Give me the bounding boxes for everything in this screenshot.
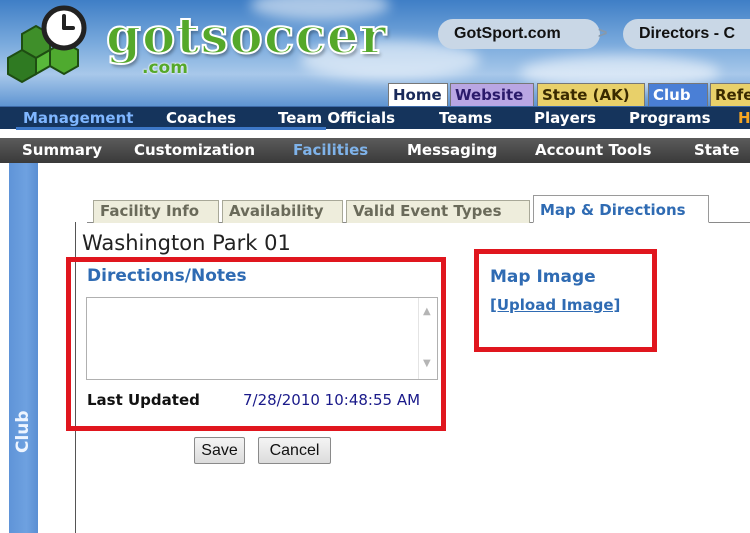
site-header: gotsoccer .com GotSport.com > Directors … (0, 0, 750, 106)
nav-overflow[interactable]: H (738, 107, 750, 130)
subtab-facility-info[interactable]: Facility Info (93, 200, 219, 223)
last-updated-value: 7/28/2010 10:48:55 AM (243, 391, 421, 409)
sidebar-club: Club (9, 163, 38, 533)
subtab-map-directions[interactable]: Map & Directions (533, 195, 709, 223)
map-image-label: Map Image (490, 267, 596, 287)
nav-programs[interactable]: Programs (629, 107, 711, 130)
upload-image-link[interactable]: [Upload Image] (490, 296, 620, 314)
nav-players[interactable]: Players (534, 107, 596, 130)
soccer-ball-clock-icon[interactable] (6, 4, 102, 88)
nav-account-tools[interactable]: Account Tools (535, 138, 651, 163)
tab-referee[interactable]: Refe (710, 83, 750, 106)
nav-messaging[interactable]: Messaging (407, 138, 497, 163)
save-button[interactable]: Save (194, 437, 245, 464)
logo-domain: .com (142, 58, 188, 78)
directions-notes-label: Directions/Notes (87, 266, 247, 286)
tab-website[interactable]: Website (450, 83, 534, 106)
breadcrumb-chevron-icon: > (598, 25, 608, 42)
subtab-availability[interactable]: Availability (222, 200, 343, 223)
primary-nav: Management Coaches Team Officials Teams … (0, 106, 750, 129)
nav-state[interactable]: State (694, 138, 739, 163)
tab-state[interactable]: State (AK) (537, 83, 645, 106)
directions-notes-textarea[interactable] (86, 297, 438, 380)
last-updated-label: Last Updated (87, 391, 200, 409)
nav-teams[interactable]: Teams (439, 107, 492, 130)
sidebar-label: Club (13, 410, 33, 453)
gotsport-link[interactable]: GotSport.com (438, 19, 600, 49)
scroll-up-icon[interactable]: ▲ (423, 306, 431, 317)
subtab-valid-event-types[interactable]: Valid Event Types (346, 200, 530, 223)
nav-customization[interactable]: Customization (134, 138, 255, 163)
scroll-down-icon[interactable]: ▼ (423, 358, 431, 369)
nav-summary[interactable]: Summary (22, 138, 102, 163)
directors-link[interactable]: Directors - C (623, 19, 750, 49)
secondary-nav: Summary Customization Facilities Messagi… (0, 138, 750, 163)
logo-wordmark[interactable]: gotsoccer (105, 5, 387, 66)
tab-club[interactable]: Club (648, 83, 708, 106)
tab-home[interactable]: Home (388, 83, 448, 106)
facility-title: Washington Park 01 (82, 231, 291, 255)
nav-facilities[interactable]: Facilities (293, 138, 368, 163)
nav-active-underline (16, 127, 326, 130)
textarea-scrollbar[interactable]: ▲ ▼ (418, 298, 437, 379)
cancel-button[interactable]: Cancel (258, 437, 331, 464)
